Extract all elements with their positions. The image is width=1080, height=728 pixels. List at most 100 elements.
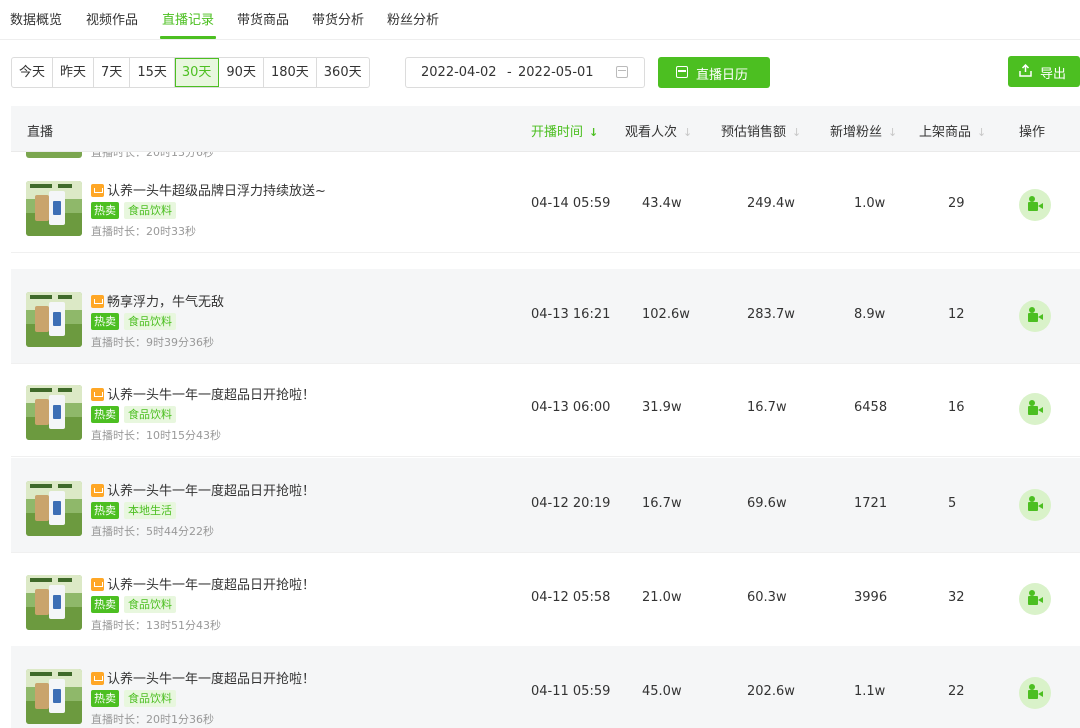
duration-text: 直播时长：13时51分43秒	[91, 619, 221, 632]
col-products[interactable]: 上架商品 ↓	[919, 121, 986, 140]
live-title[interactable]: 认养一头牛一年一度超品日开抢啦！	[91, 574, 315, 593]
products-cell: 16	[948, 400, 965, 415]
hot-tag: 热卖	[91, 406, 119, 423]
live-title[interactable]: 认养一头牛超级品牌日浮力持续放送~	[91, 180, 326, 199]
new-fans-cell: 1.0w	[854, 196, 886, 211]
live-thumbnail[interactable]	[26, 669, 82, 724]
live-thumbnail[interactable]	[26, 575, 82, 630]
category-tag: 本地生活	[124, 502, 176, 519]
est-sales-cell: 60.3w	[747, 590, 787, 605]
live-calendar-button[interactable]: 直播日历	[658, 57, 770, 88]
duration-text: 直播时长：20时33秒	[91, 225, 196, 238]
viewers-cell: 31.9w	[642, 400, 682, 415]
col-live: 直播	[27, 125, 54, 140]
duration-text: 直播时长：20时1分36秒	[91, 713, 214, 726]
tab-sales-analysis[interactable]: 带货分析	[312, 9, 364, 28]
category-tag: 食品饮料	[124, 406, 176, 423]
live-title[interactable]: 认养一头牛一年一度超品日开抢啦！	[91, 668, 315, 687]
col-est-sales[interactable]: 预估销售额 ↓	[721, 121, 801, 140]
viewers-cell: 21.0w	[642, 590, 682, 605]
replay-video-button[interactable]	[1019, 189, 1051, 221]
table-row[interactable]: 认养一头牛一年一度超品日开抢啦！ 热卖 食品饮料 直播时长：20时1分36秒 0…	[11, 646, 1080, 728]
video-camera-icon	[1028, 590, 1043, 605]
start-time-cell: 04-12 20:19	[531, 496, 611, 511]
live-thumbnail[interactable]	[26, 292, 82, 347]
table-row[interactable]: 认养一头牛一年一度超品日开抢啦！ 热卖 食品饮料 直播时长：10时15分43秒 …	[11, 362, 1080, 457]
col-start-time[interactable]: 开播时间 ↓	[531, 121, 598, 140]
hot-tag: 热卖	[91, 313, 119, 330]
viewers-cell: 45.0w	[642, 684, 682, 699]
date-separator: -	[507, 65, 512, 80]
new-fans-cell: 3996	[854, 590, 888, 605]
range-30d[interactable]: 30天	[174, 58, 220, 87]
viewers-cell: 102.6w	[642, 307, 690, 322]
col-new-fans[interactable]: 新增粉丝 ↓	[830, 121, 897, 140]
export-button[interactable]: 导出	[1008, 56, 1080, 87]
start-time-cell: 04-12 05:58	[531, 590, 611, 605]
products-cell: 32	[948, 590, 965, 605]
viewers-cell: 16.7w	[642, 496, 682, 511]
products-cell: 22	[948, 684, 965, 699]
duration-text: 直播时长：9时39分36秒	[91, 336, 214, 349]
live-thumbnail[interactable]	[26, 481, 82, 536]
cart-icon	[91, 388, 104, 401]
range-180d[interactable]: 180天	[264, 58, 317, 87]
range-90d[interactable]: 90天	[219, 58, 264, 87]
sort-arrow-icon: ↓	[589, 126, 599, 139]
new-fans-cell: 1.1w	[854, 684, 886, 699]
table-header: 直播 开播时间 ↓ 观看人次 ↓ 预估销售额 ↓ 新增粉丝 ↓ 上架商品 ↓ 操作	[11, 106, 1080, 152]
category-tag: 食品饮料	[124, 202, 176, 219]
replay-video-button[interactable]	[1019, 677, 1051, 709]
tab-videos[interactable]: 视频作品	[86, 9, 138, 28]
table-row[interactable]: 畅享浮力，牛气无敌 热卖 食品饮料 直播时长：9时39分36秒 04-13 16…	[11, 269, 1080, 364]
hot-tag: 热卖	[91, 596, 119, 613]
range-15d[interactable]: 15天	[130, 58, 175, 87]
category-tag: 食品饮料	[124, 596, 176, 613]
start-time-cell: 04-13 16:21	[531, 307, 611, 322]
tab-overview[interactable]: 数据概览	[10, 9, 62, 28]
tab-live-records[interactable]: 直播记录	[162, 9, 214, 28]
table-row[interactable]: 认养一头牛一年一度超品日开抢啦！ 热卖 食品饮料 直播时长：13时51分43秒 …	[11, 552, 1080, 647]
range-yesterday[interactable]: 昨天	[53, 58, 95, 87]
cart-icon	[91, 672, 104, 685]
live-thumbnail[interactable]	[26, 385, 82, 440]
live-title[interactable]: 认养一头牛一年一度超品日开抢啦！	[91, 384, 315, 403]
table-row[interactable]: 认养一头牛超级品牌日浮力持续放送~ 热卖 食品饮料 直播时长：20时33秒 04…	[11, 158, 1080, 253]
duration-text: 直播时长：5时44分22秒	[91, 525, 214, 538]
video-camera-icon	[1028, 684, 1043, 699]
replay-video-button[interactable]	[1019, 393, 1051, 425]
hot-tag: 热卖	[91, 502, 119, 519]
live-thumbnail[interactable]	[26, 181, 82, 236]
sort-arrow-icon: ↓	[888, 126, 898, 139]
replay-video-button[interactable]	[1019, 300, 1051, 332]
sort-arrow-icon: ↓	[792, 126, 802, 139]
replay-video-button[interactable]	[1019, 583, 1051, 615]
start-time-cell: 04-13 06:00	[531, 400, 611, 415]
tab-fans-analysis[interactable]: 粉丝分析	[387, 9, 439, 28]
category-tag: 食品饮料	[124, 690, 176, 707]
range-7d[interactable]: 7天	[94, 58, 131, 87]
live-title[interactable]: 畅享浮力，牛气无敌	[91, 291, 224, 310]
viewers-cell: 43.4w	[642, 196, 682, 211]
calendar-icon	[616, 66, 628, 78]
tab-products[interactable]: 带货商品	[237, 9, 289, 28]
video-camera-icon	[1028, 400, 1043, 415]
est-sales-cell: 202.6w	[747, 684, 795, 699]
export-icon	[1019, 64, 1032, 77]
range-today[interactable]: 今天	[12, 58, 54, 87]
new-fans-cell: 8.9w	[854, 307, 886, 322]
video-camera-icon	[1028, 496, 1043, 511]
live-title[interactable]: 认养一头牛一年一度超品日开抢啦！	[91, 480, 315, 499]
products-cell: 5	[948, 496, 957, 511]
col-viewers[interactable]: 观看人次 ↓	[625, 121, 692, 140]
video-camera-icon	[1028, 196, 1043, 211]
est-sales-cell: 283.7w	[747, 307, 795, 322]
calendar-icon	[676, 66, 688, 78]
replay-video-button[interactable]	[1019, 489, 1051, 521]
table-row[interactable]: 认养一头牛一年一度超品日开抢啦！ 热卖 本地生活 直播时长：5时44分22秒 0…	[11, 458, 1080, 553]
cart-icon	[91, 184, 104, 197]
range-360d[interactable]: 360天	[317, 58, 369, 87]
date-range-picker[interactable]: 2022-04-02 - 2022-05-01	[405, 57, 645, 88]
est-sales-cell: 249.4w	[747, 196, 795, 211]
active-tab-underline	[160, 36, 216, 39]
